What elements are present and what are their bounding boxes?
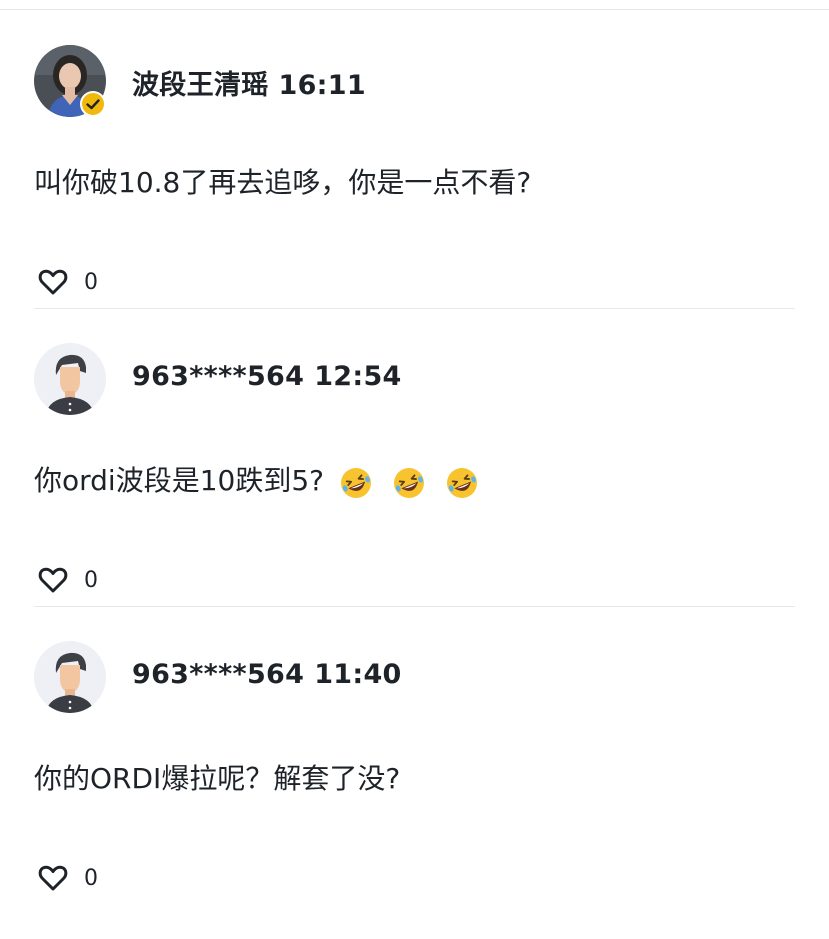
heart-outline-icon[interactable] [38,268,68,296]
like-control[interactable]: 0 [38,267,98,297]
comment-text: 你的ORDI爆拉呢？解套了没? [34,762,401,795]
top-divider [0,9,829,10]
comment-meta: 963****564 11:40 [132,659,402,690]
like-count: 0 [84,269,98,295]
author-name[interactable]: 波段王清瑶 [132,70,269,101]
comment-meta: 963****564 12:54 [132,361,402,392]
rofl-emoji-icon [393,467,424,498]
comment-text-row: 你ordi波段是10跌到5? [34,459,489,500]
rofl-emoji-icon [446,467,477,498]
comment-time: 12:54 [314,361,402,392]
comment-item: 963****564 12:54 你ordi波段是10跌到5? 0 [0,343,829,641]
heart-outline-icon[interactable] [38,864,68,892]
rofl-emoji-icon [340,467,371,498]
like-control[interactable]: 0 [38,565,98,595]
avatar[interactable] [34,641,106,713]
like-control[interactable]: 0 [38,863,98,893]
comment-text: 你ordi波段是10跌到5? [34,464,325,497]
default-user-avatar [34,343,106,415]
like-count: 0 [84,865,98,891]
verified-badge-icon [80,91,106,117]
comment-item: 波段王清瑶 16:11 叫你破10.8了再去追哆，你是一点不看? 0 [0,45,829,343]
author-name[interactable]: 963****564 [132,361,304,392]
comment-time: 16:11 [278,70,366,101]
comment-divider [34,606,795,607]
avatar[interactable] [34,343,106,415]
heart-outline-icon[interactable] [38,566,68,594]
avatar[interactable] [34,45,106,117]
comment-item: 963****564 11:40 你的ORDI爆拉呢？解套了没? 0 [0,641,829,939]
default-user-avatar [34,641,106,713]
comment-divider [34,308,795,309]
like-count: 0 [84,567,98,593]
author-name[interactable]: 963****564 [132,659,304,690]
emoji-row [339,465,489,500]
comment-meta: 波段王清瑶 16:11 [132,63,366,102]
comment-time: 11:40 [314,659,402,690]
comment-text: 叫你破10.8了再去追哆，你是一点不看? [34,166,532,199]
